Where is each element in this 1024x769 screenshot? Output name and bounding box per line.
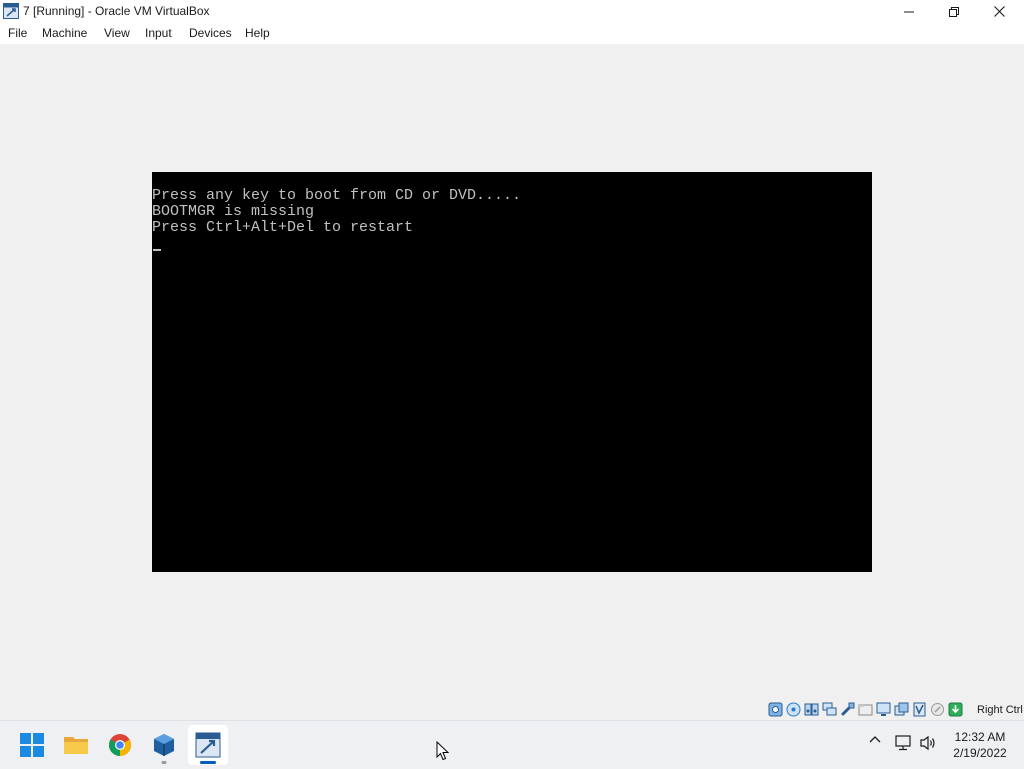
mouse-pointer-icon	[436, 741, 450, 761]
menu-input[interactable]: Input	[145, 26, 172, 40]
title-bar[interactable]: 7 [Running] - Oracle VM VirtualBox	[0, 0, 1024, 23]
volume-button[interactable]	[918, 735, 938, 751]
chevron-up-icon	[869, 736, 881, 743]
display-icon[interactable]	[876, 702, 891, 717]
virtualbox-manager-icon	[154, 734, 174, 756]
audio-icon[interactable]	[804, 702, 819, 717]
start-button[interactable]	[12, 725, 52, 765]
network-icon	[895, 735, 911, 751]
chrome-icon	[109, 734, 131, 756]
video-capture-icon[interactable]	[894, 702, 909, 717]
console-line: Press Ctrl+Alt+Del to restart	[152, 219, 414, 236]
file-explorer-button[interactable]	[56, 725, 96, 765]
running-indicator	[161, 761, 167, 764]
menu-view[interactable]: View	[104, 26, 130, 40]
console-line: BOOTMGR is missing	[152, 203, 315, 220]
network-icon[interactable]	[822, 702, 837, 717]
minimize-icon	[904, 11, 914, 12]
clock[interactable]: 12:32 AM 2/19/2022	[940, 729, 1020, 761]
cpu-icon[interactable]	[912, 702, 927, 717]
clock-time: 12:32 AM	[954, 730, 1006, 744]
virtualbox-vm-button[interactable]	[188, 725, 228, 765]
restore-icon	[949, 6, 959, 17]
vm-display[interactable]: Press any key to boot from CD or DVD....…	[152, 172, 872, 572]
close-icon	[993, 6, 1005, 17]
minimize-button[interactable]	[886, 0, 932, 23]
active-indicator	[200, 761, 216, 764]
close-button[interactable]	[976, 0, 1022, 23]
text-cursor	[153, 249, 161, 251]
network-status-button[interactable]	[893, 735, 913, 751]
taskbar: 12:32 AM 2/19/2022	[0, 720, 1024, 769]
restore-button[interactable]	[931, 0, 977, 23]
menu-help[interactable]: Help	[245, 26, 270, 40]
menu-machine[interactable]: Machine	[42, 26, 87, 40]
virtualbox-vm-icon	[195, 732, 221, 758]
optical-drive-icon[interactable]	[786, 702, 801, 717]
file-explorer-icon	[64, 737, 88, 754]
windows-start-icon	[20, 733, 44, 757]
usb-icon[interactable]	[840, 702, 855, 717]
status-bar: Right Ctrl	[0, 700, 1024, 720]
shared-folders-icon[interactable]	[858, 702, 873, 717]
show-hidden-icons-button[interactable]	[866, 735, 884, 743]
hard-disk-icon[interactable]	[768, 702, 783, 717]
console-output: Press any key to boot from CD or DVD....…	[152, 188, 521, 236]
virtualbox-manager-button[interactable]	[144, 725, 184, 765]
window-title: 7 [Running] - Oracle VM VirtualBox	[23, 4, 210, 18]
chrome-button[interactable]	[100, 725, 140, 765]
host-key-label: Right Ctrl	[977, 704, 1023, 716]
clock-date: 2/19/2022	[953, 746, 1007, 760]
mouse-integration-icon[interactable]	[930, 702, 945, 717]
console-line: Press any key to boot from CD or DVD....…	[152, 187, 522, 204]
menu-devices[interactable]: Devices	[189, 26, 232, 40]
speaker-icon	[920, 735, 935, 751]
menu-bar: File Machine View Input Devices Help	[0, 23, 1024, 44]
keyboard-icon[interactable]	[948, 702, 963, 717]
menu-file[interactable]: File	[8, 26, 27, 40]
virtualbox-vm-icon	[3, 3, 19, 19]
